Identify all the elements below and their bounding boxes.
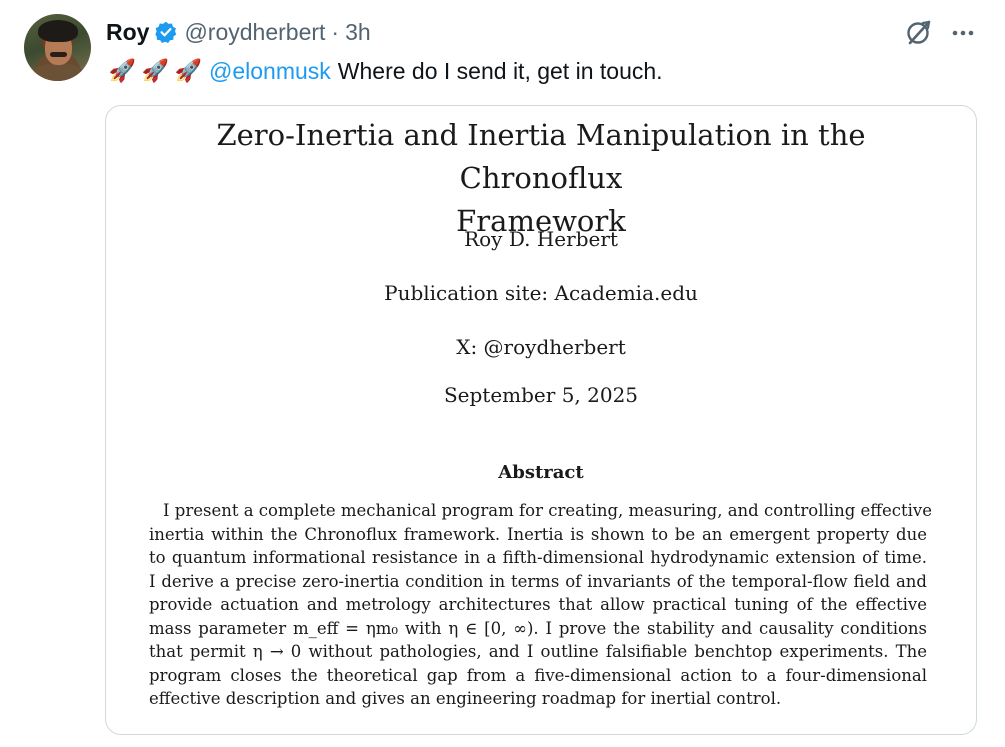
rocket-emoji: 🚀 xyxy=(141,58,170,83)
tweet-header: Roy @roydherbert · 3h xyxy=(106,17,371,47)
separator-dot: · xyxy=(331,18,340,45)
abstract-line: inertia within the Chronoflux framework.… xyxy=(149,524,927,544)
paper-preview: Zero-Inertia and Inertia Manipulation in… xyxy=(106,106,976,734)
more-options-icon[interactable] xyxy=(948,18,978,48)
abstract-line: to quantum informational resistance in a… xyxy=(149,548,927,567)
paper-author: Roy D. Herbert xyxy=(464,227,618,251)
mention-link[interactable]: @elonmusk xyxy=(209,58,331,85)
paper-publication-site: Publication site: Academia.edu xyxy=(384,281,698,305)
author-handle[interactable]: @roydherbert xyxy=(184,19,325,46)
tweet-text: 🚀 🚀 🚀 @elonmusk Where do I send it, get … xyxy=(106,54,663,88)
abstract-line: mass parameter m_eff = ηm₀ with η ∈ [0, … xyxy=(149,618,927,638)
abstract-line: effective description and gives an engin… xyxy=(149,689,782,708)
abstract-line: I present a complete mechanical program … xyxy=(163,501,932,520)
abstract-line: that permit η → 0 without pathologies, a… xyxy=(149,642,927,661)
timestamp[interactable]: 3h xyxy=(345,19,371,46)
grok-icon[interactable] xyxy=(903,18,933,48)
author-name[interactable]: Roy xyxy=(106,19,149,46)
paper-date: September 5, 2025 xyxy=(443,383,639,407)
verified-badge-icon xyxy=(155,21,177,43)
abstract-line: I derive a precise zero-inertia conditio… xyxy=(149,571,927,591)
avatar[interactable] xyxy=(24,14,91,81)
rocket-emoji: 🚀 xyxy=(108,58,137,83)
paper-x-handle: X: @roydherbert xyxy=(456,335,626,359)
rocket-emoji: 🚀 xyxy=(174,58,203,83)
tweet-body: Where do I send it, get in touch. xyxy=(337,57,663,84)
paper-title-line-1: Zero-Inertia and Inertia Manipulation in… xyxy=(216,118,866,195)
abstract-line: provide actuation and metrology architec… xyxy=(149,595,927,614)
abstract-body: I present a complete mechanical program … xyxy=(149,499,932,711)
abstract-line: program closes the theoretical gap from … xyxy=(149,665,927,685)
attached-image[interactable]: Zero-Inertia and Inertia Manipulation in… xyxy=(105,105,977,735)
paper-title: Zero-Inertia and Inertia Manipulation in… xyxy=(136,114,946,243)
abstract-heading: Abstract xyxy=(498,462,584,483)
